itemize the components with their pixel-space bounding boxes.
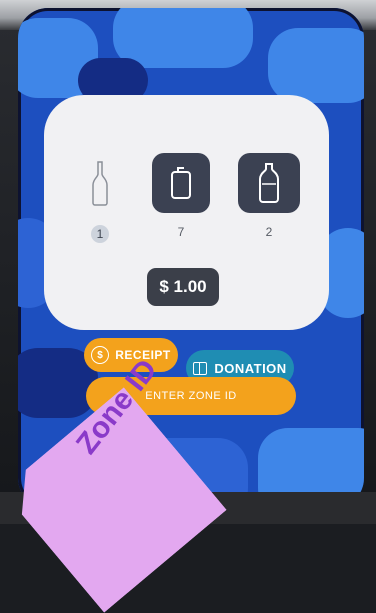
glass-bottle-count: 1	[91, 225, 109, 243]
plastic-bottle-icon	[259, 163, 279, 203]
plastic-bottle-item: 2	[238, 153, 300, 239]
glass-bottle-item: 1	[71, 153, 129, 243]
total-amount: $ 1.00	[147, 268, 219, 306]
can-icon	[171, 167, 191, 199]
bg-blob	[268, 28, 364, 103]
can-item: 7	[152, 153, 210, 239]
plastic-bottle-tile[interactable]	[238, 153, 300, 213]
donation-button-label: DONATION	[214, 360, 287, 376]
can-count: 7	[177, 225, 185, 239]
glass-bottle-tile[interactable]	[71, 153, 129, 213]
can-tile[interactable]	[152, 153, 210, 213]
enter-zone-id-label: ENTER ZONE ID	[145, 390, 237, 402]
plastic-bottle-count: 2	[265, 225, 273, 239]
gift-icon	[193, 361, 208, 375]
dollar-circle-icon: $	[91, 346, 110, 364]
glass-bottle-icon	[92, 161, 108, 206]
